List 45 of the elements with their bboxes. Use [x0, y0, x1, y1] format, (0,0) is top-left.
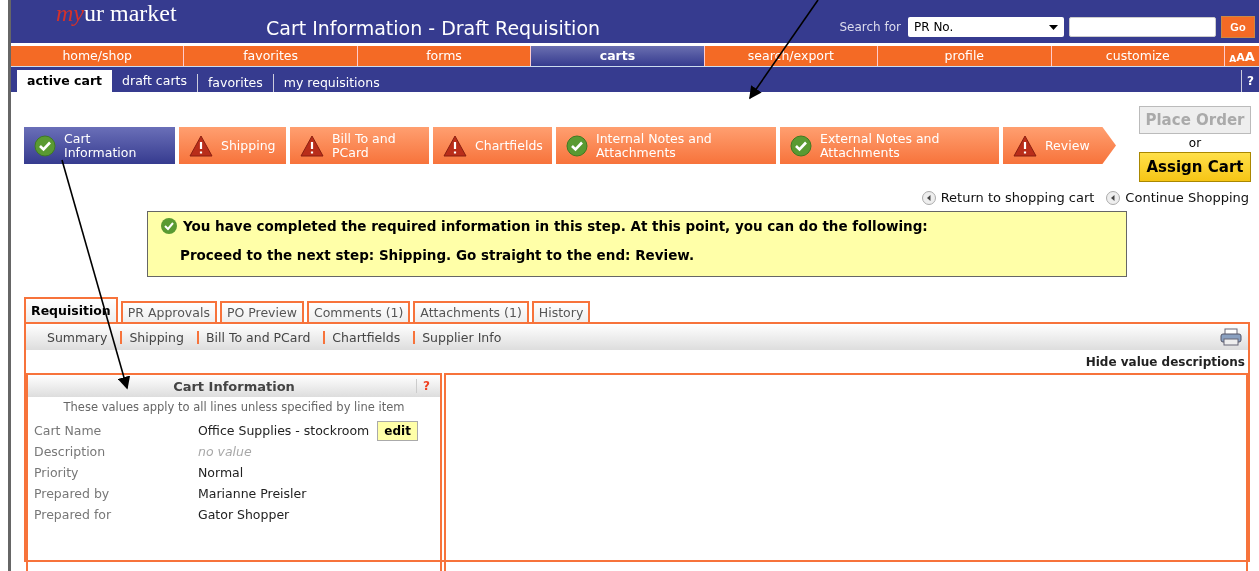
field-value: Marianne Preisler	[198, 486, 307, 501]
tab[interactable]: Attachments (1)	[413, 301, 529, 322]
page-title: Cart Information - Draft Requisition	[266, 17, 601, 41]
hide-descriptions-link[interactable]: Hide value descriptions	[1085, 355, 1245, 369]
subnav-tab[interactable]: my requisitions	[272, 74, 390, 92]
subnav-tab[interactable]: draft carts	[112, 70, 197, 92]
tab[interactable]: PR Approvals	[120, 301, 217, 322]
search-field[interactable]	[1069, 17, 1216, 37]
logo: myur market	[56, 0, 177, 28]
field-label: Cart Name	[34, 423, 103, 438]
panel-note: These values apply to all lines unless specified by line item	[62, 400, 406, 414]
field-label: Priority	[34, 465, 80, 480]
section-link[interactable]: Chartfields	[323, 330, 408, 344]
subnav-tab[interactable]: favorites	[196, 74, 273, 92]
edit-button[interactable]: edit	[377, 420, 418, 441]
nav-tab[interactable]: carts	[531, 46, 705, 66]
subnav-tab[interactable]: active cart	[17, 70, 113, 92]
back-link[interactable]: Continue Shopping	[1106, 190, 1249, 205]
section-link[interactable]: Shipping	[120, 330, 191, 344]
panel-title: Cart Information	[173, 378, 295, 394]
field-value: Normal	[198, 465, 244, 480]
section-link[interactable]: Supplier Info	[413, 330, 509, 344]
tab[interactable]: PO Preview	[219, 301, 304, 322]
field-label: Prepared for	[34, 507, 113, 522]
search-type-dropdown[interactable]: PR No.	[908, 17, 1064, 37]
section-link[interactable]: Bill To and PCard	[196, 330, 318, 344]
search-label: Search for	[839, 20, 901, 34]
message-text: Proceed to the next step: Shipping. Go straight to the end: Review.	[179, 247, 696, 263]
tab[interactable]: History	[531, 301, 591, 322]
help-link[interactable]: ?	[1241, 70, 1259, 92]
field-value: no value	[198, 444, 252, 459]
field-label: Prepared by	[34, 486, 111, 501]
field-value: Office Supplies - stockroom	[198, 423, 370, 438]
dropdown-caret-icon	[1049, 24, 1058, 30]
field-value: Gator Shopper	[198, 507, 290, 522]
or-label: or	[1188, 136, 1202, 150]
checkmark-icon	[160, 217, 178, 235]
tab[interactable]: Comments (1)	[306, 301, 411, 322]
message-text: You have completed the required information in this step. At this point, you can do the following:	[183, 218, 928, 234]
section-link[interactable]: Summary	[40, 329, 115, 345]
back-link[interactable]: Return to shopping cart	[921, 190, 1095, 205]
field-label: Description	[34, 444, 107, 459]
printer-icon[interactable]	[1220, 328, 1242, 346]
step-tab[interactable]: Cart Information	[24, 127, 175, 164]
assign-cart-button[interactable]: Assign Cart	[1139, 152, 1251, 182]
